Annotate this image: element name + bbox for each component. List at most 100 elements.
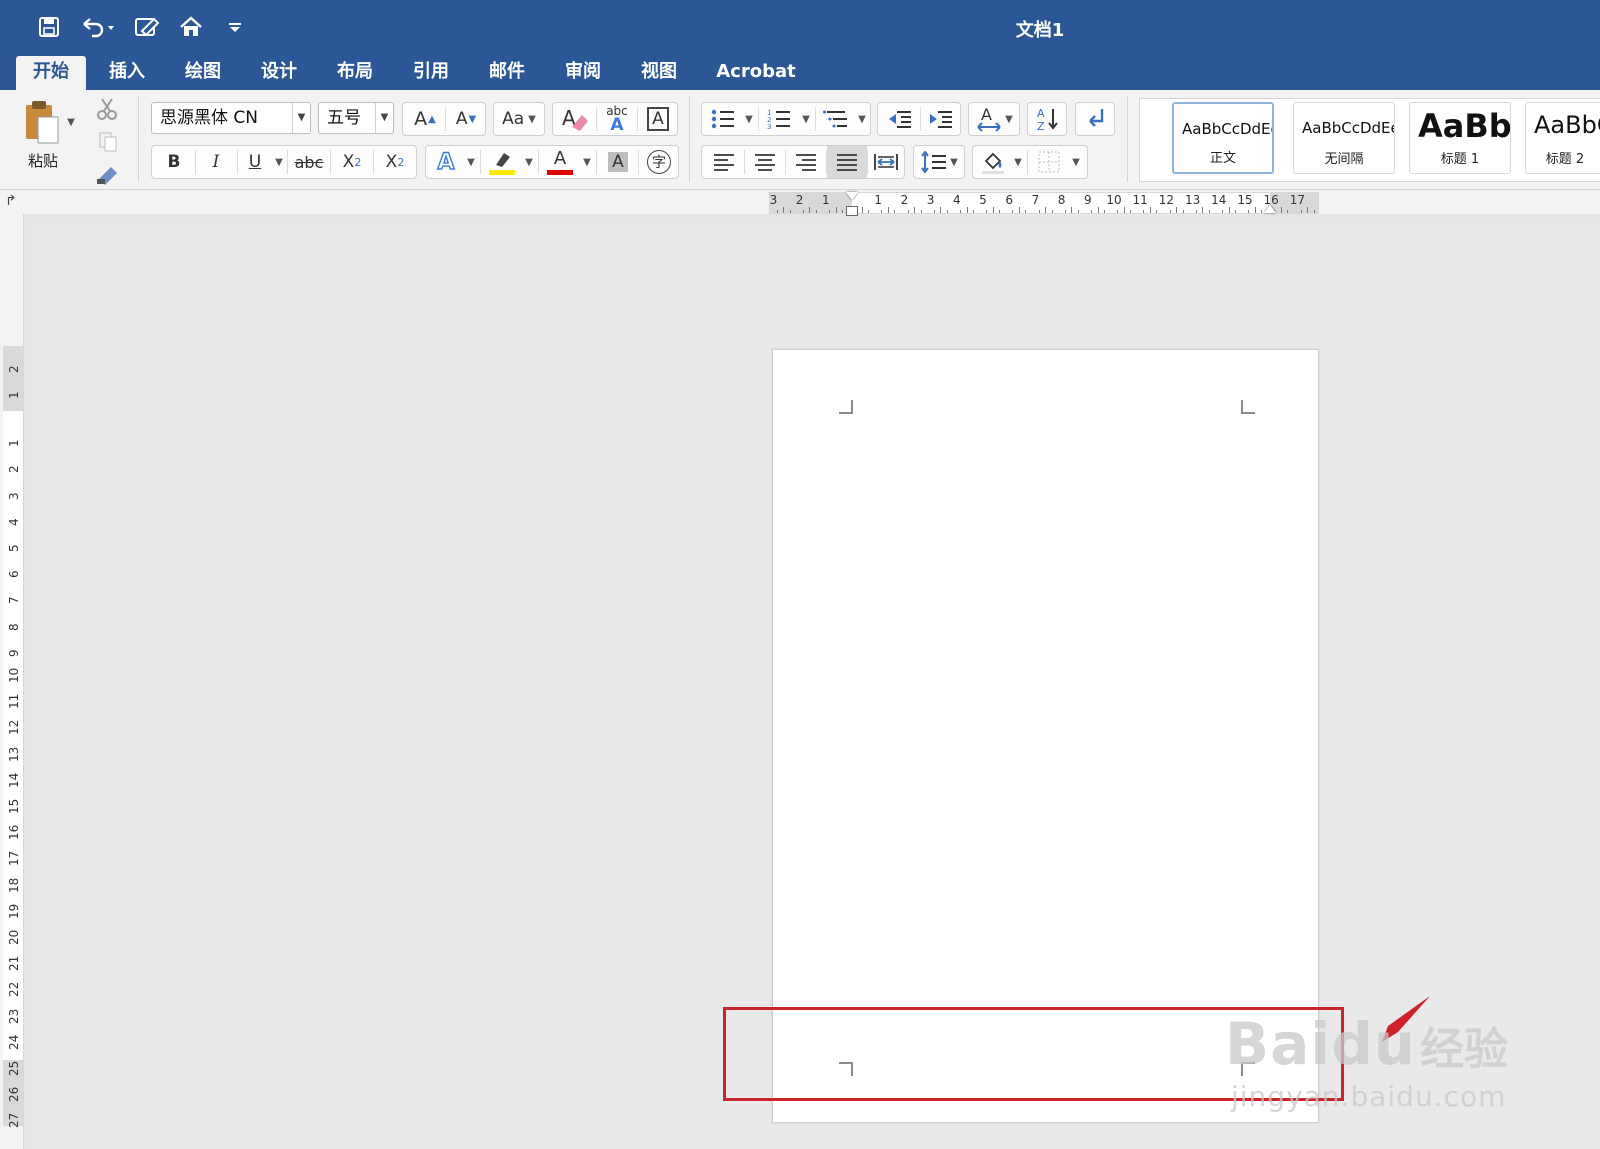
ruler-number: 5 <box>979 193 987 207</box>
home-icon[interactable] <box>176 12 206 42</box>
font-family-dropdown[interactable]: ▼ <box>292 103 310 133</box>
ruler-number: 14 <box>1211 193 1227 207</box>
ruler-tick <box>1104 210 1106 213</box>
underline-button[interactable]: U <box>238 146 272 178</box>
style-normal[interactable]: AaBbCcDdEe 正文 <box>1172 102 1274 174</box>
tab-design[interactable]: 设计 <box>244 56 314 90</box>
font-size-dropdown[interactable]: ▼ <box>375 103 393 133</box>
tab-layout[interactable]: 布局 <box>320 56 390 90</box>
asian-layout-button[interactable]: A ▼ <box>968 102 1020 136</box>
quick-access-toolbar <box>34 12 264 42</box>
shrink-font-button[interactable]: A ▼ <box>446 103 486 135</box>
enclose-characters-button[interactable]: 字 <box>639 146 679 178</box>
decrease-indent-icon[interactable] <box>880 103 920 135</box>
ruler-number: 4 <box>7 518 21 526</box>
ruler-number: 8 <box>1057 193 1066 207</box>
multilevel-dropdown[interactable]: ▼ <box>855 103 869 135</box>
text-effects-dropdown[interactable]: ▼ <box>464 146 478 178</box>
right-indent-marker[interactable] <box>1264 205 1276 213</box>
numbering-dropdown[interactable]: ▼ <box>799 103 813 135</box>
phonetic-guide-button[interactable]: abc A <box>597 103 637 135</box>
cut-icon[interactable] <box>94 96 120 122</box>
format-painter-icon[interactable] <box>94 162 122 186</box>
multilevel-list-icon[interactable] <box>816 103 856 135</box>
edit-document-icon[interactable] <box>132 12 162 42</box>
shading-dropdown[interactable]: ▼ <box>1011 146 1025 178</box>
customize-icon[interactable] <box>220 12 250 42</box>
copy-icon[interactable] <box>96 130 120 154</box>
subscript-button[interactable]: X2 <box>331 146 373 178</box>
ruler-number: 10 <box>7 667 21 683</box>
justify-icon[interactable] <box>827 146 867 178</box>
superscript-button[interactable]: X2 <box>374 146 416 178</box>
paste-button[interactable] <box>18 98 66 148</box>
tab-mailings[interactable]: 邮件 <box>472 56 542 90</box>
ruler-number: 6 <box>1005 193 1014 207</box>
tab-view[interactable]: 视图 <box>624 56 694 90</box>
ruler-tick <box>1018 207 1020 213</box>
vertical-ruler[interactable]: 2 1 1 2 3 4 5 6 7 8 9 10 11 12 13 14 15 16 17 18 19 20 21 22 23 2… <box>0 214 24 1149</box>
italic-button[interactable]: I <box>196 146 236 178</box>
underline-dropdown[interactable]: ▼ <box>272 146 286 178</box>
distributed-icon[interactable] <box>868 146 904 178</box>
undo-icon[interactable] <box>78 12 118 42</box>
ruler-tick <box>1097 207 1099 213</box>
style-heading-1[interactable]: AaBbC 标题 1 <box>1409 102 1511 174</box>
ruler-tick <box>1025 210 1027 213</box>
tab-draw[interactable]: 绘图 <box>168 56 238 90</box>
shading-icon[interactable] <box>975 146 1011 178</box>
tab-references[interactable]: 引用 <box>396 56 466 90</box>
horizontal-ruler[interactable]: 3 2 1 1 2 3 4 5 6 7 8 9 10 11 12 13 14 15 16 17 <box>769 192 1319 216</box>
sort-button[interactable]: AZ <box>1027 102 1067 136</box>
font-color-dropdown[interactable]: ▼ <box>580 146 594 178</box>
bullets-dropdown[interactable]: ▼ <box>742 103 756 135</box>
clear-formatting-icon[interactable]: A <box>555 103 595 135</box>
ruler-tick <box>1090 210 1092 213</box>
tab-review[interactable]: 审阅 <box>548 56 618 90</box>
ruler-number: 27 <box>7 1113 21 1129</box>
save-icon[interactable] <box>34 12 64 42</box>
ruler-number: 16 <box>7 824 21 841</box>
ruler-tick <box>776 210 778 213</box>
ruler-tick <box>973 210 975 213</box>
font-color-button[interactable]: A <box>540 146 580 178</box>
text-effects-button[interactable]: A <box>428 146 464 178</box>
bullets-icon[interactable] <box>704 103 742 135</box>
tab-insert[interactable]: 插入 <box>92 56 162 90</box>
ruler-number: 3 <box>926 193 935 207</box>
character-shading-button[interactable]: A <box>598 146 638 178</box>
grow-font-button[interactable]: A ▲ <box>405 103 445 135</box>
highlight-dropdown[interactable]: ▼ <box>522 146 536 178</box>
show-formatting-button[interactable] <box>1075 102 1115 136</box>
borders-icon[interactable] <box>1029 146 1069 178</box>
font-style-group: B I U ▼ abc X2 X2 <box>151 145 417 179</box>
align-left-icon[interactable] <box>704 146 744 178</box>
font-family-select[interactable]: 思源黑体 CN ▼ <box>151 102 311 134</box>
style-no-spacing[interactable]: AaBbCcDdEe 无间隔 <box>1293 102 1395 174</box>
strikethrough-button[interactable]: abc <box>288 146 330 178</box>
line-spacing-button[interactable]: ▼ <box>913 145 965 179</box>
highlight-button[interactable] <box>482 146 522 178</box>
change-case-button[interactable]: Aa ▼ <box>493 102 545 136</box>
align-center-icon[interactable] <box>745 146 785 178</box>
style-heading-2[interactable]: AaBbC 标题 2 <box>1525 102 1600 174</box>
ruler-tick <box>1261 210 1263 213</box>
align-right-icon[interactable] <box>786 146 826 178</box>
increase-indent-icon[interactable] <box>921 103 961 135</box>
bold-button[interactable]: B <box>154 146 194 178</box>
character-border-button[interactable]: A <box>638 103 678 135</box>
tab-acrobat[interactable]: Acrobat <box>706 56 806 90</box>
ruler-number: 25 <box>7 1060 21 1076</box>
paste-dropdown[interactable]: ▼ <box>64 112 78 132</box>
tab-home[interactable]: 开始 <box>16 56 86 90</box>
first-line-indent-marker[interactable] <box>846 192 858 200</box>
font-size-select[interactable]: 五号 ▼ <box>318 102 394 134</box>
numbering-icon[interactable]: 123 <box>759 103 799 135</box>
borders-dropdown[interactable]: ▼ <box>1069 146 1083 178</box>
hanging-indent-marker[interactable] <box>846 206 858 216</box>
ruler-tick <box>881 210 883 213</box>
ruler-number: 4 <box>952 193 961 207</box>
tab-selector-icon[interactable]: ↱ <box>5 193 17 209</box>
ruler-number: 8 <box>7 622 21 631</box>
ruler-tick <box>828 210 830 213</box>
